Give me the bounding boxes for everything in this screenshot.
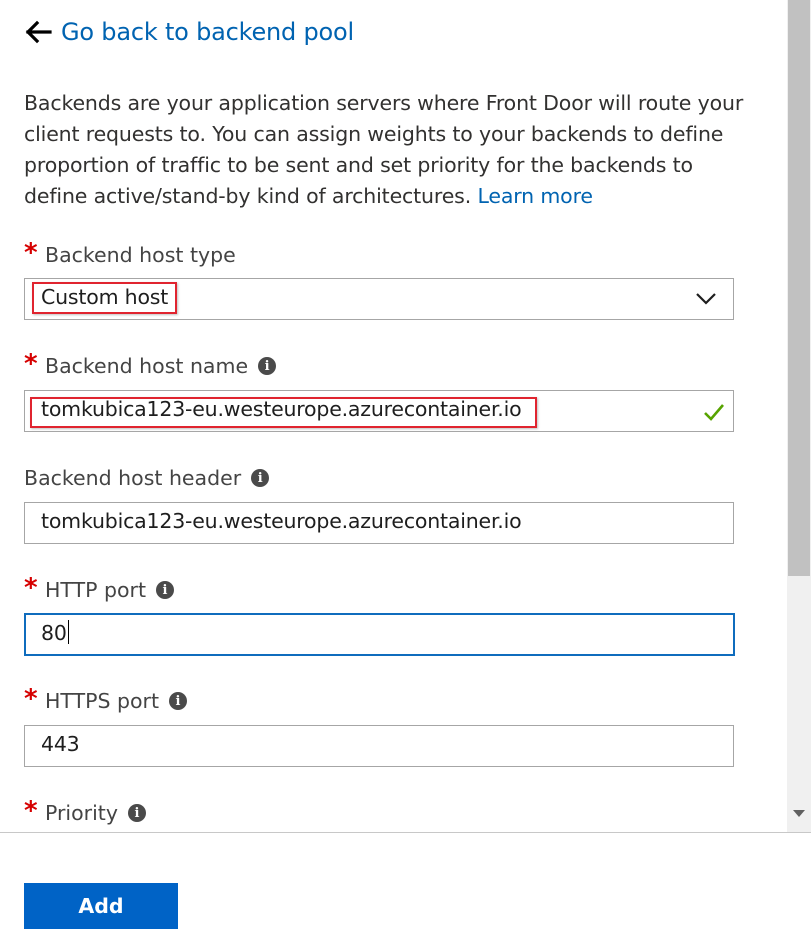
http-port-value-wrap: 80 — [41, 620, 70, 645]
https-port-label-row: * HTTPS port i — [24, 684, 188, 714]
host-header-label: Backend host header — [24, 466, 242, 490]
info-icon[interactable]: i — [127, 804, 146, 822]
learn-more-link[interactable]: Learn more — [477, 184, 593, 208]
host-header-value: tomkubica123-eu.westeurope.azurecontaine… — [41, 509, 522, 533]
host-name-label: Backend host name — [45, 354, 249, 378]
description-text: Backends are your application servers wh… — [24, 91, 744, 208]
https-port-input[interactable]: 443 — [24, 725, 734, 767]
info-icon[interactable]: i — [169, 692, 188, 710]
priority-label: Priority — [45, 801, 118, 825]
back-link-label[interactable]: Go back to backend pool — [61, 18, 354, 46]
required-marker: * — [24, 349, 38, 379]
form-scroll-area: Go back to backend pool Backends are you… — [0, 0, 787, 832]
priority-label-row: * Priority i — [24, 796, 146, 826]
host-type-label-row: * Backend host type — [24, 238, 236, 268]
info-icon[interactable]: i — [258, 357, 277, 375]
arrow-left-icon — [25, 20, 52, 44]
checkmark-icon — [704, 404, 724, 421]
http-port-label: HTTP port — [45, 578, 146, 602]
http-port-value: 80 — [41, 621, 67, 645]
info-icon[interactable]: i — [156, 581, 174, 599]
footer-divider — [0, 832, 811, 833]
http-port-label-row: * HTTP port i — [24, 573, 174, 603]
host-header-input[interactable]: tomkubica123-eu.westeurope.azurecontaine… — [24, 502, 734, 544]
text-cursor — [67, 620, 70, 644]
backend-description: Backends are your application servers wh… — [24, 88, 759, 212]
back-to-backend-pool-link[interactable]: Go back to backend pool — [24, 18, 354, 46]
https-port-label: HTTPS port — [45, 689, 160, 713]
required-marker: * — [24, 684, 38, 714]
info-icon[interactable]: i — [251, 469, 270, 487]
host-name-label-row: * Backend host name i — [24, 349, 277, 379]
scroll-down-arrow-icon[interactable] — [793, 810, 805, 817]
scrollbar-thumb[interactable] — [788, 0, 810, 576]
http-port-input[interactable]: 80 — [24, 613, 735, 656]
highlight-box — [32, 282, 177, 314]
required-marker: * — [24, 573, 38, 603]
required-marker: * — [24, 238, 38, 268]
vertical-scrollbar[interactable] — [787, 0, 811, 832]
required-marker: * — [24, 796, 38, 826]
chevron-down-icon — [696, 293, 716, 305]
https-port-value: 443 — [41, 732, 80, 756]
highlight-box — [30, 397, 537, 428]
host-type-label: Backend host type — [45, 243, 236, 267]
add-button[interactable]: Add — [24, 883, 178, 929]
host-header-label-row: Backend host header i — [24, 466, 270, 490]
